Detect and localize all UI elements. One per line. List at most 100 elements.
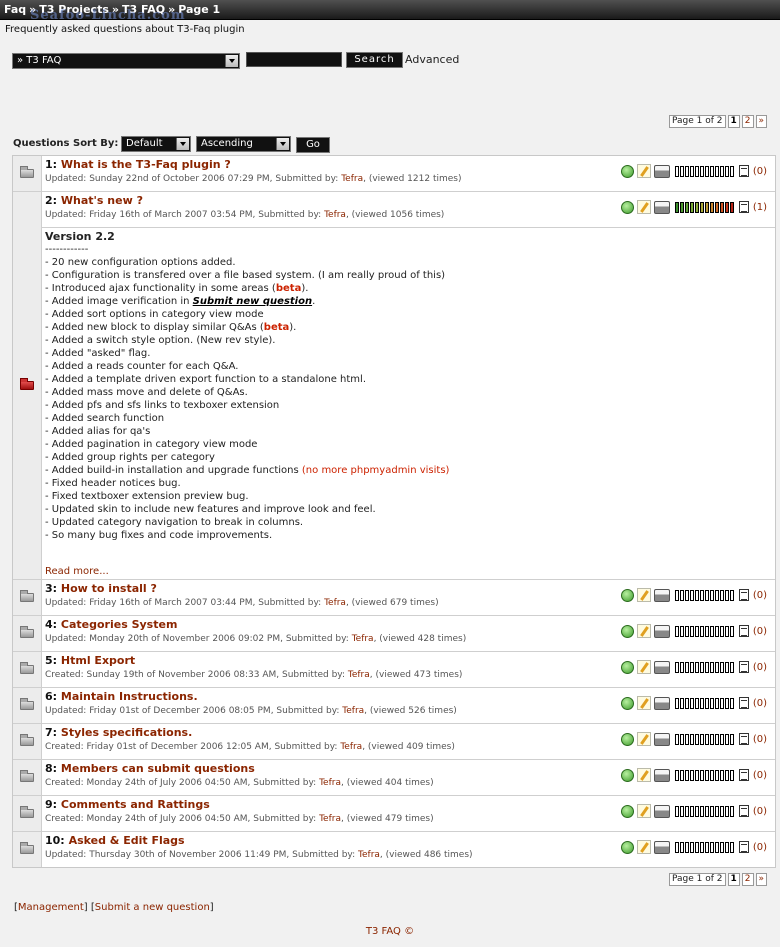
comment-count[interactable]: (0) (753, 626, 767, 637)
chevron-down-icon[interactable] (176, 138, 189, 150)
print-icon[interactable] (653, 840, 670, 854)
sort-field-select[interactable]: Default (121, 136, 191, 152)
chevron-down-icon[interactable] (276, 138, 289, 150)
comment-icon[interactable] (738, 805, 749, 817)
pager-page-2[interactable]: 2 (741, 873, 754, 886)
management-link[interactable]: Management (18, 902, 84, 913)
check-icon[interactable] (620, 164, 634, 178)
comment-count[interactable]: (0) (753, 698, 767, 709)
check-icon[interactable] (620, 588, 634, 602)
print-icon[interactable] (653, 588, 670, 602)
advanced-search-link[interactable]: Advanced (405, 53, 459, 66)
rating-bar[interactable] (674, 805, 734, 817)
comment-count[interactable]: (0) (753, 806, 767, 817)
check-icon[interactable] (620, 696, 634, 710)
author-link[interactable]: Tefra (348, 670, 370, 680)
rating-bar[interactable] (674, 769, 734, 781)
comment-icon[interactable] (738, 661, 749, 673)
question-title-link[interactable]: Categories System (61, 618, 178, 631)
rating-bar[interactable] (674, 625, 734, 637)
comment-count[interactable]: (0) (753, 770, 767, 781)
edit-icon[interactable] (636, 164, 651, 178)
check-icon[interactable] (620, 660, 634, 674)
print-icon[interactable] (653, 804, 670, 818)
comment-icon[interactable] (738, 589, 749, 601)
pager-next[interactable]: » (755, 873, 768, 886)
comment-icon[interactable] (738, 165, 749, 177)
question-title-link[interactable]: Maintain Instructions. (61, 690, 198, 703)
check-icon[interactable] (620, 624, 634, 638)
print-icon[interactable] (653, 768, 670, 782)
check-icon[interactable] (620, 732, 634, 746)
author-link[interactable]: Tefra (342, 706, 364, 716)
rating-bar[interactable] (674, 661, 734, 673)
question-title-link[interactable]: Styles specifications. (61, 726, 192, 739)
question-title-link[interactable]: Html Export (61, 654, 135, 667)
edit-icon[interactable] (636, 660, 651, 674)
author-link[interactable]: Tefra (340, 742, 362, 752)
check-icon[interactable] (620, 768, 634, 782)
author-link[interactable]: Tefra (341, 174, 363, 184)
rating-bar[interactable] (674, 201, 734, 213)
search-button[interactable]: Search (346, 52, 403, 68)
comment-icon[interactable] (738, 697, 749, 709)
breadcrumb-faq[interactable]: Faq (4, 3, 26, 16)
author-link[interactable]: Tefra (324, 210, 346, 220)
question-title-link[interactable]: What's new ? (61, 194, 143, 207)
edit-icon[interactable] (636, 768, 651, 782)
chevron-down-icon[interactable] (225, 55, 238, 67)
folder-icon (20, 806, 34, 818)
rating-bar[interactable] (674, 589, 734, 601)
question-title-link[interactable]: Members can submit questions (61, 762, 255, 775)
author-link[interactable]: Tefra (324, 598, 346, 608)
search-input[interactable] (246, 52, 342, 67)
comment-icon[interactable] (738, 841, 749, 853)
author-link[interactable]: Tefra (319, 778, 341, 788)
print-icon[interactable] (653, 164, 670, 178)
check-icon[interactable] (620, 200, 634, 214)
question-title-link[interactable]: What is the T3-Faq plugin ? (61, 158, 231, 171)
edit-icon[interactable] (636, 200, 651, 214)
edit-icon[interactable] (636, 588, 651, 602)
rating-bar[interactable] (674, 733, 734, 745)
question-title-link[interactable]: Comments and Rattings (61, 798, 210, 811)
print-icon[interactable] (653, 732, 670, 746)
sort-order-select[interactable]: Ascending (196, 136, 291, 152)
comment-count[interactable]: (0) (753, 662, 767, 673)
check-icon[interactable] (620, 804, 634, 818)
submit-question-link[interactable]: Submit a new question (95, 902, 210, 913)
submit-question-link[interactable]: Submit new question (193, 296, 312, 307)
comment-icon[interactable] (738, 625, 749, 637)
print-icon[interactable] (653, 696, 670, 710)
edit-icon[interactable] (636, 840, 651, 854)
read-more-link[interactable]: Read more... (45, 566, 109, 577)
print-icon[interactable] (653, 200, 670, 214)
rating-bar[interactable] (674, 165, 734, 177)
go-button[interactable]: Go (296, 137, 330, 153)
comment-count[interactable]: (0) (753, 166, 767, 177)
rating-bar[interactable] (674, 697, 734, 709)
comment-count[interactable]: (1) (753, 202, 767, 213)
print-icon[interactable] (653, 624, 670, 638)
comment-count[interactable]: (0) (753, 842, 767, 853)
author-link[interactable]: Tefra (352, 634, 374, 644)
edit-icon[interactable] (636, 804, 651, 818)
question-title-link[interactable]: How to install ? (61, 582, 157, 595)
check-icon[interactable] (620, 840, 634, 854)
edit-icon[interactable] (636, 624, 651, 638)
category-select[interactable]: » T3 FAQ (12, 53, 240, 69)
print-icon[interactable] (653, 660, 670, 674)
author-link[interactable]: Tefra (358, 850, 380, 860)
comment-icon[interactable] (738, 769, 749, 781)
author-link[interactable]: Tefra (319, 814, 341, 824)
pager-next[interactable]: » (755, 115, 768, 128)
comment-icon[interactable] (738, 201, 749, 213)
comment-count[interactable]: (0) (753, 590, 767, 601)
question-title-link[interactable]: Asked & Edit Flags (69, 834, 185, 847)
pager-page-2[interactable]: 2 (741, 115, 754, 128)
comment-icon[interactable] (738, 733, 749, 745)
comment-count[interactable]: (0) (753, 734, 767, 745)
edit-icon[interactable] (636, 732, 651, 746)
edit-icon[interactable] (636, 696, 651, 710)
rating-bar[interactable] (674, 841, 734, 853)
